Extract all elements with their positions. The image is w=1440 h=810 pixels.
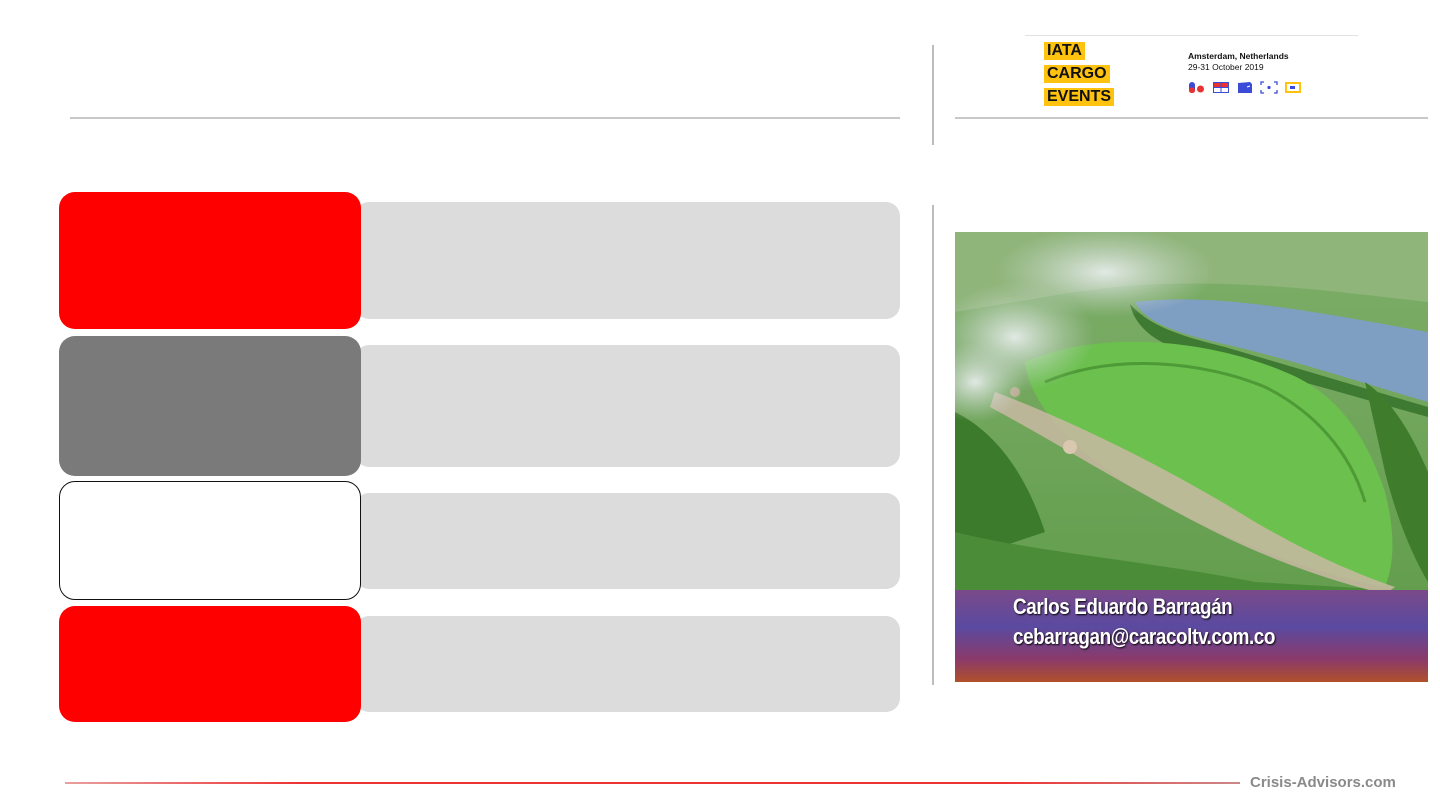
grid-cross-icon bbox=[1213, 81, 1229, 93]
row-1-content-panel bbox=[355, 202, 900, 319]
focus-icon bbox=[1260, 80, 1278, 94]
pill-icon bbox=[1189, 81, 1204, 93]
row-4-content-panel bbox=[355, 616, 900, 712]
row-1-label-box bbox=[59, 192, 361, 329]
footer-brand: Crisis-Advisors.com bbox=[1250, 774, 1396, 791]
header-divider-right bbox=[955, 117, 1428, 119]
vertical-divider-bottom bbox=[932, 205, 934, 685]
aerial-news-photo: Carlos Eduardo Barragán cebarragan@carac… bbox=[955, 232, 1428, 682]
row-3-label-box bbox=[59, 481, 361, 600]
event-location: Amsterdam, Netherlands bbox=[1188, 51, 1289, 61]
event-icon-row bbox=[1188, 80, 1302, 94]
logo-word-events: EVENTS bbox=[1044, 88, 1115, 106]
logo-word-iata: IATA bbox=[1044, 42, 1085, 60]
row-3-content-panel bbox=[355, 493, 900, 589]
row-4-label-box bbox=[59, 606, 361, 722]
footer-divider bbox=[65, 782, 1240, 784]
reporter-name: Carlos Eduardo Barragán bbox=[1013, 594, 1233, 619]
vertical-divider-top bbox=[932, 45, 934, 145]
logo-word-cargo: CARGO bbox=[1044, 65, 1110, 83]
row-2-content-panel bbox=[355, 345, 900, 467]
header-divider-left bbox=[70, 117, 900, 119]
event-dates: 29-31 October 2019 bbox=[1188, 62, 1264, 72]
logo-top-line bbox=[1025, 35, 1358, 36]
reporter-email: cebarragan@caracoltv.com.co bbox=[1013, 624, 1276, 649]
screen-icon bbox=[1285, 81, 1301, 93]
row-2-label-box bbox=[59, 336, 361, 476]
box-icon bbox=[1238, 81, 1252, 93]
